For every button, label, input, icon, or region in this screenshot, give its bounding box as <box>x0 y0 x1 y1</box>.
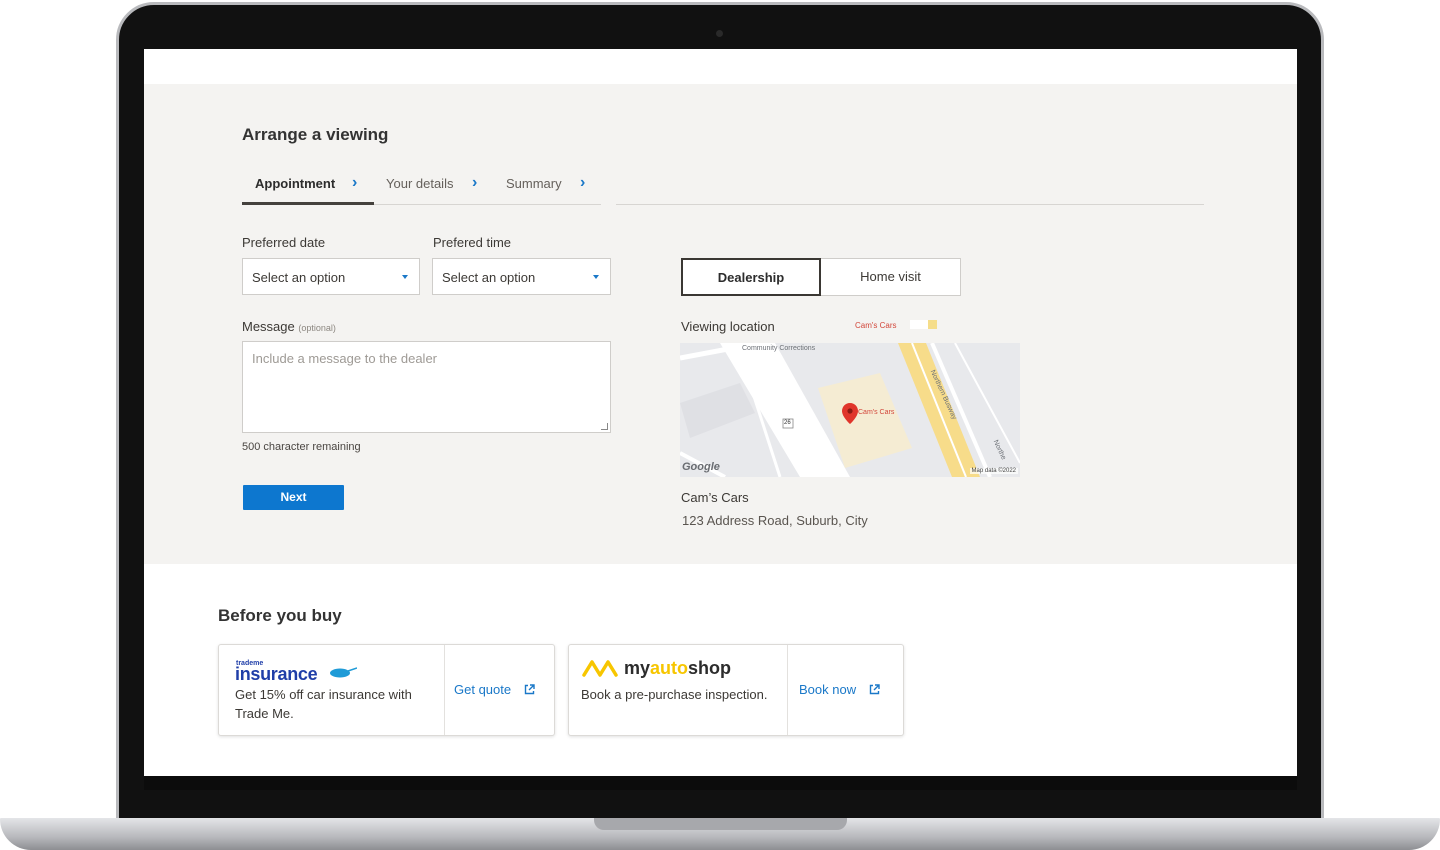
message-label: Message (optional) <box>242 319 336 334</box>
book-now-label: Book now <box>799 682 857 697</box>
stepper-divider <box>616 204 1204 205</box>
map-top-label: Cam's Cars <box>855 321 897 330</box>
google-logo: Google <box>682 461 720 473</box>
map-attribution: Map data ©2022 <box>969 468 1018 474</box>
chevron-right-icon: › <box>580 174 586 191</box>
caret-down-icon <box>402 275 408 279</box>
preferred-time-value: Select an option <box>442 270 536 285</box>
screen-bezel-bottom <box>144 776 1297 790</box>
myautoshop-prefix: my <box>624 658 651 678</box>
insurance-description: Get 15% off car insurance with Trade Me. <box>235 687 412 721</box>
webcam <box>716 30 723 37</box>
insurance-logo: insurance <box>235 664 318 684</box>
insurance-card: trademe insurance Get 15% off car insura… <box>218 644 555 736</box>
map-route-badge: 26 <box>784 420 791 426</box>
kiwi-bird-icon <box>330 667 357 678</box>
card-divider <box>444 645 445 735</box>
resize-handle-icon[interactable] <box>601 423 608 430</box>
message-placeholder: Include a message to the dealer <box>252 351 438 366</box>
next-button[interactable]: Next <box>243 485 344 510</box>
message-label-text: Message <box>242 319 295 334</box>
location-map[interactable]: Community Corrections Cam's Cars Norther… <box>680 343 1020 477</box>
step-summary[interactable]: Summary <box>506 176 562 191</box>
chevron-right-icon: › <box>352 174 358 191</box>
dealership-toggle[interactable]: Dealership <box>681 258 821 296</box>
browser-viewport: Arrange a viewing Appointment › Your det… <box>144 49 1297 776</box>
myautoshop-suffix: shop <box>688 658 732 678</box>
active-step-indicator <box>242 202 374 205</box>
preferred-date-label: Preferred date <box>242 235 326 250</box>
map-poi-label: Community Corrections <box>742 345 816 352</box>
get-quote-link[interactable]: Get quote <box>454 682 535 697</box>
myautoshop-description: Book a pre-purchase inspection. <box>581 687 768 702</box>
step-appointment[interactable]: Appointment <box>255 176 335 191</box>
home-visit-toggle[interactable]: Home visit <box>821 258 961 296</box>
character-counter: 500 character remaining <box>242 441 361 453</box>
external-link-icon <box>869 684 880 695</box>
preferred-time-select[interactable]: Select an option <box>432 258 611 295</box>
card-divider <box>787 645 788 735</box>
preferred-date-select[interactable]: Select an option <box>242 258 420 295</box>
myautoshop-logo-icon <box>582 660 618 677</box>
dealer-name: Cam’s Cars <box>681 490 749 505</box>
get-quote-label: Get quote <box>454 682 512 697</box>
external-link-icon <box>524 684 535 695</box>
viewing-location-label: Viewing location <box>681 319 775 334</box>
map-fragment-road <box>928 320 937 329</box>
map-fragment <box>910 320 928 329</box>
preferred-time-label: Prefered time <box>433 235 512 250</box>
myautoshop-card: myautoshop Book a pre-purchase inspectio… <box>568 644 904 736</box>
page-title: Arrange a viewing <box>242 125 389 144</box>
dealer-address: 123 Address Road, Suburb, City <box>682 513 868 528</box>
map-pin-label: Cam's Cars <box>858 409 895 416</box>
stepper-track <box>374 204 601 205</box>
message-textarea[interactable]: Include a message to the dealer <box>242 341 611 433</box>
stepper: Appointment › Your details › Summary › <box>242 169 1204 205</box>
myautoshop-logo: myautoshop <box>624 658 731 679</box>
before-you-buy-heading: Before you buy <box>218 606 342 625</box>
chevron-right-icon: › <box>472 174 478 191</box>
caret-down-icon <box>593 275 599 279</box>
message-optional-hint: (optional) <box>298 323 336 333</box>
book-now-link[interactable]: Book now <box>799 682 880 697</box>
preferred-date-value: Select an option <box>252 270 346 285</box>
laptop-notch <box>594 818 847 830</box>
myautoshop-accent: auto <box>650 658 689 678</box>
map-graphic <box>680 343 1020 477</box>
step-your-details[interactable]: Your details <box>386 176 453 191</box>
